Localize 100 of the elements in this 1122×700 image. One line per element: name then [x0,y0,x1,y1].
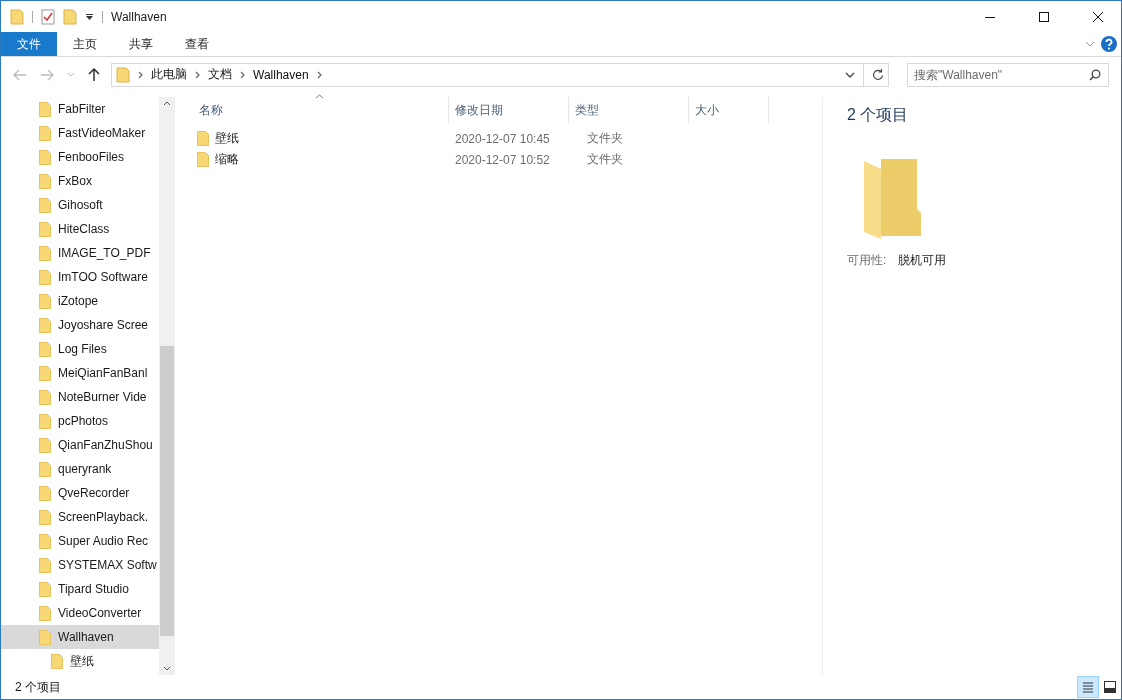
tree-item[interactable]: VideoConverter [1,601,159,625]
tree-item[interactable]: queryrank [1,457,159,481]
folder-icon [39,461,51,477]
folder-name: QianFanZhuShou [58,438,153,452]
tree-item[interactable]: Log Files [1,337,159,361]
tree-item[interactable]: MeiQianFanBanl [1,361,159,385]
folder-name: NoteBurner Vide [58,390,147,404]
item-count: 2 个项目 [847,105,910,125]
tree-item[interactable]: QveRecorder [1,481,159,505]
tree-item[interactable]: iZotope [1,289,159,313]
folder-icon [39,341,51,357]
folder-icon [39,437,51,453]
file-name[interactable]: 缩略 [215,151,239,168]
ribbon-tab[interactable]: 主页 [57,32,113,56]
list-lines-icon [1082,681,1094,693]
tree-item[interactable]: FabFilter [1,97,159,121]
folder-name: ImTOO Software [58,270,148,284]
tree-item[interactable]: QianFanZhuShou [1,433,159,457]
folder-icon [39,221,51,237]
breadcrumb[interactable]: 此电脑 [151,66,187,83]
address-bar[interactable]: 此电脑 文档 Wallhaven [111,62,889,87]
column-header[interactable]: 名称 [193,97,449,123]
folder-icon [39,365,51,381]
folder-name: FxBox [58,174,92,188]
tree-item[interactable]: FxBox [1,169,159,193]
breadcrumb[interactable]: 文档 [208,66,232,83]
scrollbar[interactable] [159,97,175,675]
availability-value: 脱机可用 [898,252,947,269]
up-arrow-icon[interactable] [88,67,100,82]
folder-icon [197,152,209,167]
folder-icon [39,557,51,573]
tree-item[interactable]: Super Audio Rec [1,529,159,553]
folder-name: Super Audio Rec [58,534,149,548]
folder-icon [39,533,51,549]
chevron-icon[interactable] [316,70,322,79]
tree-item[interactable]: Wallhaven [1,625,159,649]
folder-icon [39,509,51,525]
tree-item[interactable]: Joyoshare Scree [1,313,159,337]
availability-label: 可用性: [847,252,887,269]
tree-item[interactable]: FenbooFiles [1,145,159,169]
ribbon-tab[interactable]: 查看 [169,32,225,56]
folder-icon [39,605,51,621]
folder-name: Tipard Studio [58,582,129,596]
window-title: Wallhaven [111,9,167,24]
folder-name: queryrank [58,462,112,476]
dropdown-caret-icon[interactable] [845,71,855,78]
folder-name: FenbooFiles [58,150,125,164]
chevron-icon[interactable] [240,70,245,79]
properties-icon[interactable] [41,8,55,25]
column-header[interactable]: 修改日期 [449,97,569,123]
refresh-icon[interactable] [872,68,884,81]
tree-item[interactable]: pcPhotos [1,409,159,433]
folder-name: IMAGE_TO_PDF [58,246,151,260]
folder-icon [39,293,51,309]
chevron-icon[interactable] [138,70,143,79]
folder-icon [861,158,921,240]
tree-item[interactable]: Tipard Studio [1,577,159,601]
folder-name: Log Files [58,342,107,356]
folder-icon [39,581,51,597]
folder-name: FabFilter [58,102,106,116]
folder-name: QveRecorder [58,486,130,500]
column-header[interactable]: 大小 [689,97,769,123]
search-icon[interactable] [1089,68,1101,81]
scroll-up-icon[interactable] [163,101,171,106]
tree-item[interactable]: ImTOO Software [1,265,159,289]
file-type: 文件夹 [586,151,624,168]
file-type: 文件夹 [586,130,624,147]
dropdown-caret-icon[interactable] [85,12,94,21]
folder-icon [51,653,63,669]
folder-icon [39,629,51,645]
ribbon-tab[interactable]: 共享 [113,32,169,56]
folder-name: Wallhaven [58,630,114,644]
close-icon [1093,11,1103,22]
folder-icon [39,197,51,213]
tree-item[interactable]: FastVideoMaker [1,121,159,145]
breadcrumb[interactable]: Wallhaven [253,67,309,82]
tree-item[interactable]: ScreenPlayback. [1,505,159,529]
scroll-thumb[interactable] [160,346,174,636]
tree-item[interactable]: Gihosoft [1,193,159,217]
tree-item[interactable]: SYSTEMAX Softw [1,553,159,577]
maximize-icon [1039,11,1049,22]
folder-name: VideoConverter [58,606,142,620]
expand-ribbon-icon[interactable] [1085,41,1095,47]
search-field[interactable]: 搜索"Wallhaven" [907,62,1109,87]
tree-item[interactable]: IMAGE_TO_PDF [1,241,159,265]
folder-name: MeiQianFanBanl [58,366,148,380]
tree-item[interactable]: NoteBurner Vide [1,385,159,409]
tree-item[interactable]: 壁纸 [1,649,159,673]
folder-name: SYSTEMAX Softw [58,558,157,572]
ribbon-tab[interactable]: 文件 [1,32,57,56]
folder-name: iZotope [58,294,99,308]
folder-name: Joyoshare Scree [58,318,149,332]
column-header[interactable]: 类型 [569,97,689,123]
scroll-down-icon[interactable] [163,666,171,671]
folder-icon [197,131,209,146]
folder-name: pcPhotos [58,414,109,428]
file-name[interactable]: 壁纸 [215,130,239,147]
tree-item[interactable]: HiteClass [1,217,159,241]
chevron-icon[interactable] [195,70,200,79]
help-icon[interactable] [1101,36,1117,52]
